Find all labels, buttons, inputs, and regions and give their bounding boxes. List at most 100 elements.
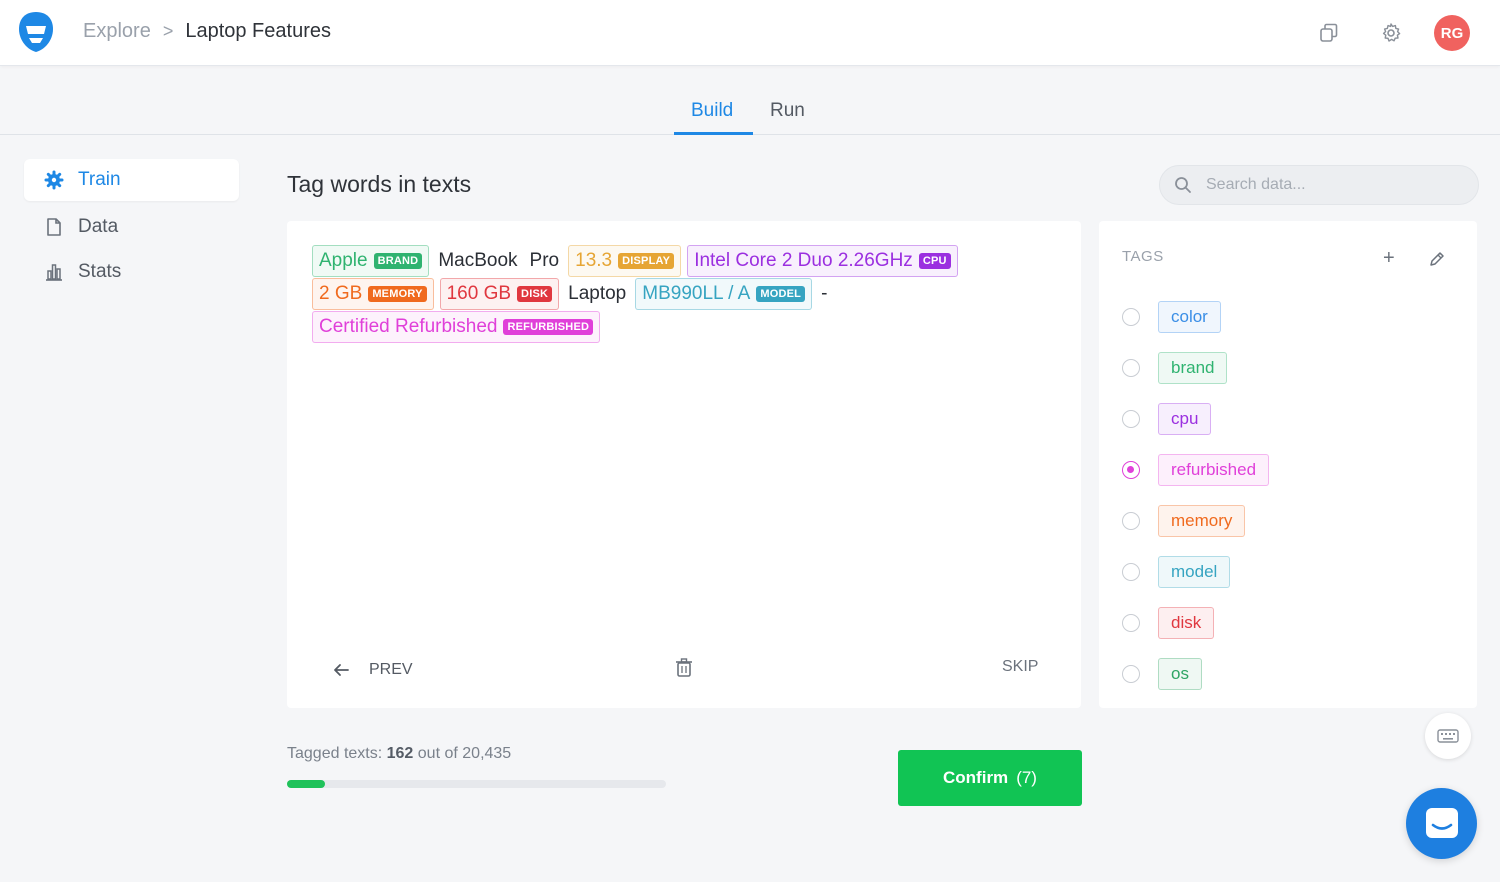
search-input[interactable]: [1206, 176, 1456, 194]
avatar[interactable]: RG: [1434, 15, 1470, 51]
word-token[interactable]: Pro: [527, 245, 563, 277]
tag-radio[interactable]: [1122, 563, 1140, 581]
confirm-button[interactable]: Confirm (7): [898, 750, 1082, 806]
breadcrumb: Explore > Laptop Features: [83, 20, 331, 43]
tag-radio[interactable]: [1122, 308, 1140, 326]
progress-fill: [287, 780, 325, 788]
word-token[interactable]: -: [818, 278, 830, 310]
tagged-prefix: Tagged texts:: [287, 745, 383, 762]
entity-chip-model[interactable]: MB990LL / A MODEL: [635, 278, 813, 310]
active-tab-indicator: [674, 132, 753, 135]
tag-chip[interactable]: disk: [1158, 607, 1215, 639]
search-box: [1159, 165, 1479, 205]
entity-text: MB990LL / A: [642, 283, 751, 304]
chat-launcher-button[interactable]: [1406, 788, 1477, 859]
keyboard-icon: [1437, 729, 1459, 743]
tag-chip[interactable]: cpu: [1158, 403, 1212, 435]
entity-label: DISPLAY: [618, 253, 675, 269]
text-panel-footer: PREV SKIP: [287, 653, 1081, 683]
entity-label: REFURBISHED: [503, 319, 594, 335]
entity-chip-cpu[interactable]: Intel Core 2 Duo 2.26GHz CPU: [687, 245, 958, 277]
tag-chip[interactable]: brand: [1158, 352, 1228, 384]
entity-chip-refurbished[interactable]: Certified Refurbished REFURBISHED: [312, 311, 601, 343]
tag-radio[interactable]: [1122, 410, 1140, 428]
sidebar-item-stats[interactable]: Stats: [24, 251, 239, 293]
arrow-left-icon: [334, 664, 349, 676]
entity-chip-brand[interactable]: Apple BRAND: [312, 245, 430, 277]
chat-icon: [1425, 807, 1458, 838]
tag-row-refurbished[interactable]: refurbished: [1122, 454, 1270, 486]
add-tag-button[interactable]: +: [1383, 248, 1395, 268]
tag-chip[interactable]: model: [1158, 556, 1231, 588]
tab-run[interactable]: Run: [770, 100, 805, 122]
tag-chip[interactable]: color: [1158, 301, 1221, 333]
entity-label: MEMORY: [368, 286, 427, 302]
tagged-total: 20,435: [462, 745, 512, 762]
tagged-mid: out of: [417, 745, 458, 762]
entity-text: 13.3: [575, 250, 613, 271]
prev-button[interactable]: PREV: [333, 661, 413, 679]
text-panel: Apple BRAND MacBook Pro 13.3 DISPLAY Intel Cor…: [287, 221, 1081, 708]
page-title: Tag words in texts: [287, 171, 472, 197]
tag-chip[interactable]: refurbished: [1158, 454, 1270, 486]
tag-row-model[interactable]: model: [1122, 556, 1231, 588]
confirm-count: (7): [1016, 768, 1037, 787]
entity-text: 2 GB: [319, 283, 363, 304]
trash-icon[interactable]: [675, 658, 693, 678]
tag-chip[interactable]: os: [1158, 658, 1202, 690]
gear-icon[interactable]: [1380, 22, 1402, 44]
skip-button[interactable]: SKIP: [1002, 658, 1038, 676]
tag-radio[interactable]: [1122, 665, 1140, 683]
entity-chip-memory[interactable]: 2 GB MEMORY: [312, 278, 434, 310]
entity-text: Intel Core 2 Duo 2.26GHz: [694, 250, 913, 271]
bar-chart-icon: [46, 264, 62, 281]
sidebar-item-label: Data: [78, 216, 119, 237]
word-token[interactable]: Laptop: [565, 278, 629, 310]
breadcrumb-current: Laptop Features: [185, 20, 331, 42]
sidebar-item-label: Train: [78, 169, 121, 190]
entity-text: Certified Refurbished: [319, 316, 498, 337]
progress-bar: [287, 780, 666, 788]
logo-icon[interactable]: [16, 10, 56, 54]
search-icon: [1175, 177, 1191, 193]
entity-label: MODEL: [756, 286, 806, 302]
tag-row-disk[interactable]: disk: [1122, 607, 1215, 639]
tag-row-memory[interactable]: memory: [1122, 505, 1246, 537]
token-container: Apple BRAND MacBook Pro 13.3 DISPLAY Intel Cor…: [312, 245, 1052, 343]
tab-build[interactable]: Build: [691, 100, 733, 122]
keyboard-shortcuts-button[interactable]: [1425, 713, 1471, 759]
entity-label: DISK: [517, 286, 553, 302]
entity-chip-disk[interactable]: 160 GB DISK: [439, 278, 560, 310]
copy-icon[interactable]: [1318, 22, 1340, 44]
tag-radio[interactable]: [1122, 461, 1140, 479]
entity-chip-display[interactable]: 13.3 DISPLAY: [568, 245, 682, 277]
tagged-texts-summary: Tagged texts: 162 out of 20,435: [287, 745, 511, 763]
tag-chip[interactable]: memory: [1158, 505, 1246, 537]
tag-radio[interactable]: [1122, 512, 1140, 530]
word-token[interactable]: MacBook: [435, 245, 520, 277]
sidebar-item-label: Stats: [78, 261, 122, 282]
gear-icon: [44, 170, 64, 190]
confirm-label: Confirm: [943, 768, 1009, 787]
pencil-icon[interactable]: [1429, 251, 1445, 267]
top-bar: Explore > Laptop Features RG: [0, 0, 1500, 66]
tab-bar: Build Run: [0, 66, 1500, 135]
entity-text: Apple: [319, 250, 368, 271]
tag-radio[interactable]: [1122, 614, 1140, 632]
sidebar-item-data[interactable]: Data: [24, 206, 239, 248]
tags-panel: TAGS + color brand cpu refurbished memory mod…: [1099, 221, 1477, 708]
breadcrumb-explore[interactable]: Explore: [83, 20, 151, 43]
tag-row-color[interactable]: color: [1122, 301, 1221, 333]
tag-row-brand[interactable]: brand: [1122, 352, 1228, 384]
tags-title: TAGS: [1122, 248, 1164, 265]
prev-label: PREV: [369, 661, 413, 678]
entity-label: BRAND: [373, 253, 423, 269]
entity-label: CPU: [918, 253, 951, 269]
entity-text: 160 GB: [446, 283, 512, 304]
breadcrumb-separator: >: [162, 21, 174, 41]
tag-row-os[interactable]: os: [1122, 658, 1202, 690]
tag-radio[interactable]: [1122, 359, 1140, 377]
sidebar-item-train[interactable]: Train: [24, 159, 239, 201]
file-icon: [47, 218, 61, 236]
tag-row-cpu[interactable]: cpu: [1122, 403, 1212, 435]
